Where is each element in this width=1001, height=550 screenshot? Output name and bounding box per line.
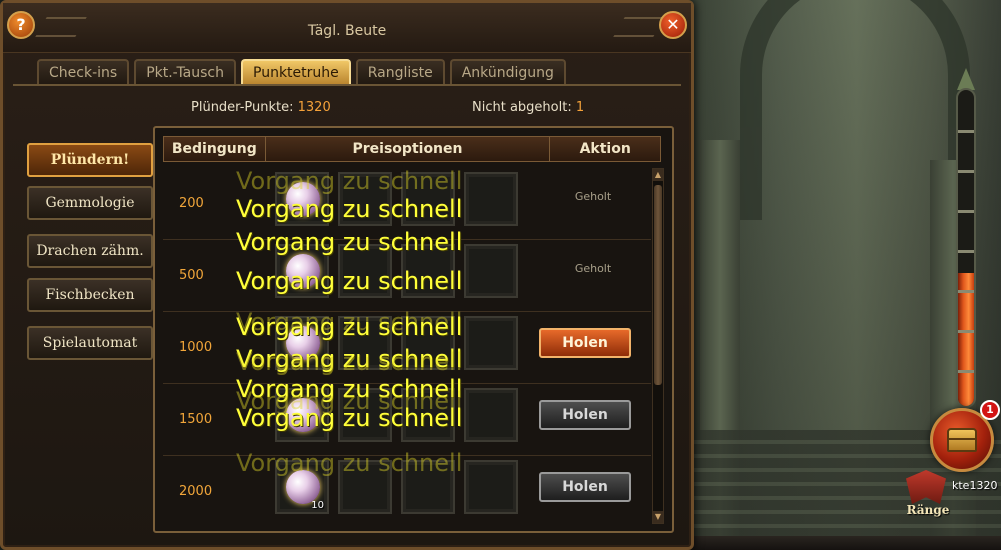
gauge-rung (958, 250, 974, 253)
too-fast-notice: Vorgang zu schnell (236, 195, 463, 223)
tab-ankuendigung[interactable]: Ankündigung (449, 59, 566, 85)
row-condition: 500 (179, 268, 204, 283)
gauge-spire-icon (957, 68, 975, 90)
plunder-points-value: 1320 (297, 100, 331, 115)
gauge-tube (956, 88, 976, 408)
gauge-rung (958, 170, 974, 173)
table-scrollbar[interactable]: ▲ ▼ (652, 168, 664, 524)
treasure-chest-icon (947, 428, 977, 452)
side-menu-pluendern[interactable]: Plündern! (27, 143, 153, 177)
window-titlebar: Tägl. Beute (3, 3, 691, 53)
unclaimed-count: Nicht abgeholt: 1 (472, 100, 584, 115)
row-condition: 1000 (179, 340, 213, 355)
unclaimed-label: Nicht abgeholt: (472, 100, 572, 115)
reward-slot[interactable] (464, 316, 518, 370)
column-header-condition: Bedingung (164, 137, 266, 161)
table-header: Bedingung Preisoptionen Aktion (163, 136, 661, 162)
claim-button[interactable]: Holen (539, 328, 631, 358)
gauge-rung (958, 330, 974, 333)
tab-rangliste[interactable]: Rangliste (355, 59, 445, 85)
rank-label[interactable]: Ränge (906, 503, 950, 517)
too-fast-notice: Vorgang zu schnell (236, 313, 463, 341)
tab-check-ins[interactable]: Check-ins (37, 59, 130, 85)
gauge-rung (958, 290, 974, 293)
too-fast-notice: Vorgang zu schnell (236, 167, 463, 195)
row-condition: 1500 (179, 412, 213, 427)
daily-loot-window: Tägl. Beute ? ✕ Check-ins Pkt.-Tausch Pu… (0, 0, 694, 550)
reward-slot[interactable] (464, 244, 518, 298)
unclaimed-value: 1 (575, 100, 585, 115)
side-menu-gemmologie[interactable]: Gemmologie (27, 186, 153, 220)
gauge-rung (958, 130, 974, 133)
tab-divider (13, 84, 681, 86)
points-gauge (954, 68, 978, 408)
column-header-action: Aktion (579, 141, 631, 157)
claim-button[interactable]: Holen (539, 400, 631, 430)
gauge-rung (958, 210, 974, 213)
side-menu-spielautomat[interactable]: Spielautomat (27, 326, 153, 360)
too-fast-notice: Vorgang zu schnell (236, 348, 463, 376)
row-action-claimed: Geholt (574, 262, 612, 275)
reward-count: 10 (311, 500, 324, 511)
scroll-thumb[interactable] (654, 185, 662, 385)
column-header-prizes: Preisoptionen (266, 137, 551, 161)
too-fast-notice: Vorgang zu schnell (236, 404, 463, 432)
tab-punktetruhe[interactable]: Punktetruhe (241, 59, 351, 85)
too-fast-notice: Vorgang zu schnell (236, 449, 463, 477)
bottom-hud-bar (680, 536, 1001, 550)
tab-bar: Check-ins Pkt.-Tausch Punktetruhe Rangli… (37, 59, 566, 85)
window-title: Tägl. Beute (307, 23, 387, 39)
scroll-down-icon[interactable]: ▼ (653, 511, 663, 523)
row-condition: 2000 (179, 484, 213, 499)
plunder-points-label: Plünder-Punkte: (191, 100, 294, 115)
plunder-points: Plünder-Punkte: 1320 (191, 100, 331, 115)
too-fast-notice: Vorgang zu schnell (236, 228, 463, 256)
reward-slot[interactable] (464, 388, 518, 442)
claim-button[interactable]: Holen (539, 472, 631, 502)
reward-slot[interactable] (464, 460, 518, 514)
notification-badge: 1 (980, 400, 1000, 420)
help-button[interactable]: ? (7, 11, 35, 39)
too-fast-notice: Vorgang zu schnell (236, 267, 463, 295)
close-button[interactable]: ✕ (659, 11, 687, 39)
gauge-fill (958, 273, 974, 406)
side-menu-fischbecken[interactable]: Fischbecken (27, 278, 153, 312)
side-menu-drachen[interactable]: Drachen zähm. (27, 234, 153, 268)
scroll-up-icon[interactable]: ▲ (653, 169, 663, 181)
tab-pkt-tausch[interactable]: Pkt.-Tausch (134, 59, 236, 85)
player-name: kte1320 (952, 479, 998, 492)
row-action-claimed: Geholt (574, 190, 612, 203)
row-condition: 200 (179, 196, 204, 211)
gauge-rung (958, 370, 974, 373)
reward-slot[interactable] (464, 172, 518, 226)
